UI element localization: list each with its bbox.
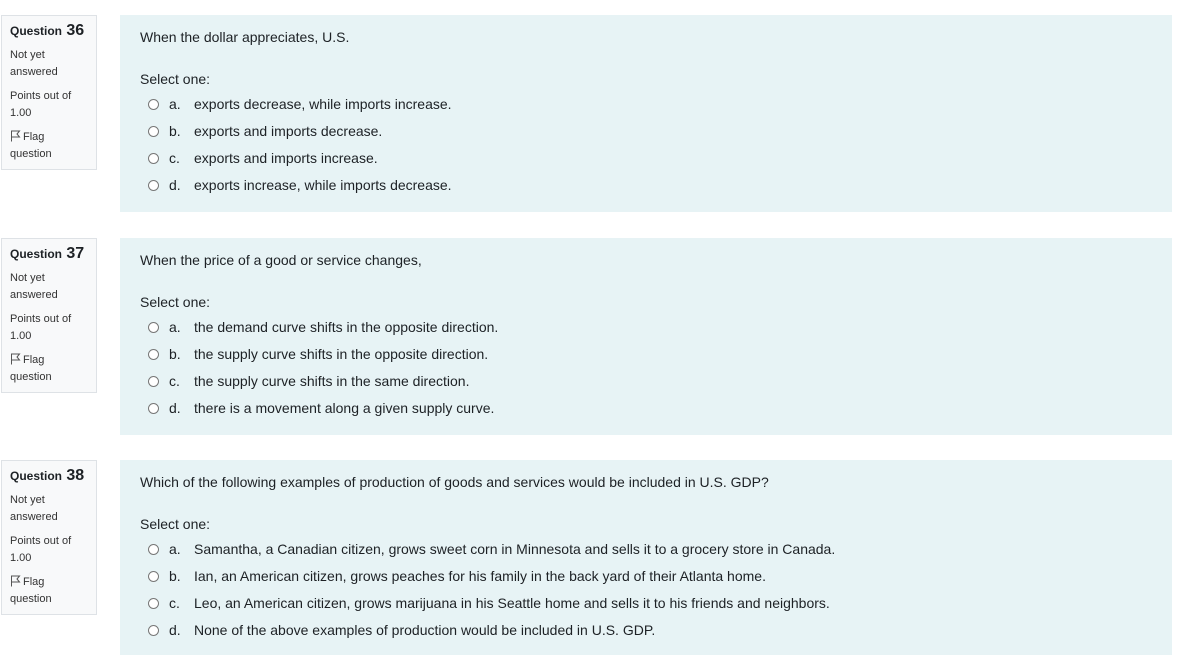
radio-button[interactable] — [148, 98, 159, 110]
question-info: Question 38 Not yet answered Points out … — [1, 460, 97, 615]
option-letter: b. — [169, 346, 181, 362]
radio-button[interactable] — [148, 543, 159, 555]
question-content: When the price of a good or service chan… — [120, 238, 1172, 435]
flag-question-button[interactable]: Flag question — [10, 574, 80, 608]
option-text: Leo, an American citizen, grows marijuan… — [194, 595, 830, 611]
radio-button[interactable] — [148, 570, 159, 582]
radio-button[interactable] — [148, 375, 159, 387]
question-content: Which of the following examples of produ… — [120, 460, 1172, 655]
question-title: Question 37 — [10, 244, 88, 264]
option-text: exports decrease, while imports increase… — [194, 96, 452, 112]
radio-button[interactable] — [148, 321, 159, 333]
option-text: exports and imports increase. — [194, 150, 378, 166]
question-number: 37 — [66, 245, 85, 262]
question-state: Not yet answered — [10, 272, 58, 301]
question-number: 36 — [66, 22, 85, 39]
question-title: Question 36 — [10, 21, 88, 41]
radio-button[interactable] — [148, 597, 159, 609]
option-text: Samantha, a Canadian citizen, grows swee… — [194, 541, 836, 557]
option-letter: d. — [169, 177, 181, 193]
question-label: Question — [10, 24, 63, 38]
question-info: Question 37 Not yet answered Points out … — [1, 238, 97, 393]
question-grade: Points out of 1.00 — [10, 535, 72, 564]
option-letter: c. — [169, 150, 180, 166]
option-text: Ian, an American citizen, grows peaches … — [194, 568, 766, 584]
option-letter: a. — [169, 541, 181, 557]
radio-button[interactable] — [148, 179, 159, 191]
flag-question-button[interactable]: Flag question — [10, 352, 80, 386]
question-text: When the price of a good or service chan… — [140, 252, 422, 268]
question-state: Not yet answered — [10, 494, 58, 523]
option-text: the supply curve shifts in the opposite … — [194, 346, 489, 362]
question-grade: Points out of 1.00 — [10, 90, 72, 119]
answer-option-a[interactable]: a. exports decrease, while imports increa… — [140, 95, 1152, 113]
option-text: the demand curve shifts in the opposite … — [194, 319, 499, 335]
flag-icon — [10, 130, 23, 142]
option-text: None of the above examples of production… — [194, 622, 656, 638]
option-letter: d. — [169, 622, 181, 638]
option-letter: a. — [169, 96, 181, 112]
option-text: there is a movement along a given supply… — [194, 400, 495, 416]
flag-icon — [10, 575, 23, 587]
option-text: the supply curve shifts in the same dire… — [194, 373, 470, 389]
select-one-prompt: Select one: — [140, 294, 211, 310]
question-label: Question — [10, 247, 63, 261]
question-number: 38 — [66, 467, 85, 484]
question-info: Question 36 Not yet answered Points out … — [1, 15, 97, 170]
question-grade: Points out of 1.00 — [10, 313, 72, 342]
answer-option-c[interactable]: c. the supply curve shifts in the same di… — [140, 372, 1152, 390]
option-text: exports and imports decrease. — [194, 123, 383, 139]
radio-button[interactable] — [148, 125, 159, 137]
answer-options: a. Samantha, a Canadian citizen, grows sw… — [140, 540, 1152, 639]
answer-option-c[interactable]: c. Leo, an American citizen, grows mariju… — [140, 594, 1152, 612]
question-state: Not yet answered — [10, 49, 58, 78]
option-letter: d. — [169, 400, 181, 416]
select-one-prompt: Select one: — [140, 71, 211, 87]
option-letter: c. — [169, 595, 180, 611]
answer-option-c[interactable]: c. exports and imports increase. — [140, 149, 1152, 167]
answer-options: a. exports decrease, while imports increa… — [140, 95, 1152, 194]
answer-option-d[interactable]: d. exports increase, while imports decrea… — [140, 176, 1152, 194]
option-letter: c. — [169, 373, 180, 389]
option-letter: a. — [169, 319, 181, 335]
flag-icon — [10, 353, 23, 365]
radio-button[interactable] — [148, 402, 159, 414]
radio-button[interactable] — [148, 152, 159, 164]
question-label: Question — [10, 469, 63, 483]
answer-options: a. the demand curve shifts in the opposit… — [140, 318, 1152, 417]
question-title: Question 38 — [10, 466, 88, 486]
question-text: When the dollar appreciates, U.S. — [140, 29, 350, 45]
answer-option-d[interactable]: d. None of the above examples of producti… — [140, 621, 1152, 639]
option-letter: b. — [169, 123, 181, 139]
answer-option-d[interactable]: d. there is a movement along a given supp… — [140, 399, 1152, 417]
answer-option-a[interactable]: a. Samantha, a Canadian citizen, grows sw… — [140, 540, 1152, 558]
answer-option-b[interactable]: b. Ian, an American citizen, grows peache… — [140, 567, 1152, 585]
answer-option-b[interactable]: b. exports and imports decrease. — [140, 122, 1152, 140]
question-text: Which of the following examples of produ… — [140, 474, 769, 490]
answer-option-b[interactable]: b. the supply curve shifts in the opposit… — [140, 345, 1152, 363]
flag-question-button[interactable]: Flag question — [10, 129, 80, 163]
radio-button[interactable] — [148, 348, 159, 360]
option-text: exports increase, while imports decrease… — [194, 177, 452, 193]
option-letter: b. — [169, 568, 181, 584]
select-one-prompt: Select one: — [140, 516, 211, 532]
question-content: When the dollar appreciates, U.S. Select… — [120, 15, 1172, 212]
radio-button[interactable] — [148, 624, 159, 636]
answer-option-a[interactable]: a. the demand curve shifts in the opposit… — [140, 318, 1152, 336]
